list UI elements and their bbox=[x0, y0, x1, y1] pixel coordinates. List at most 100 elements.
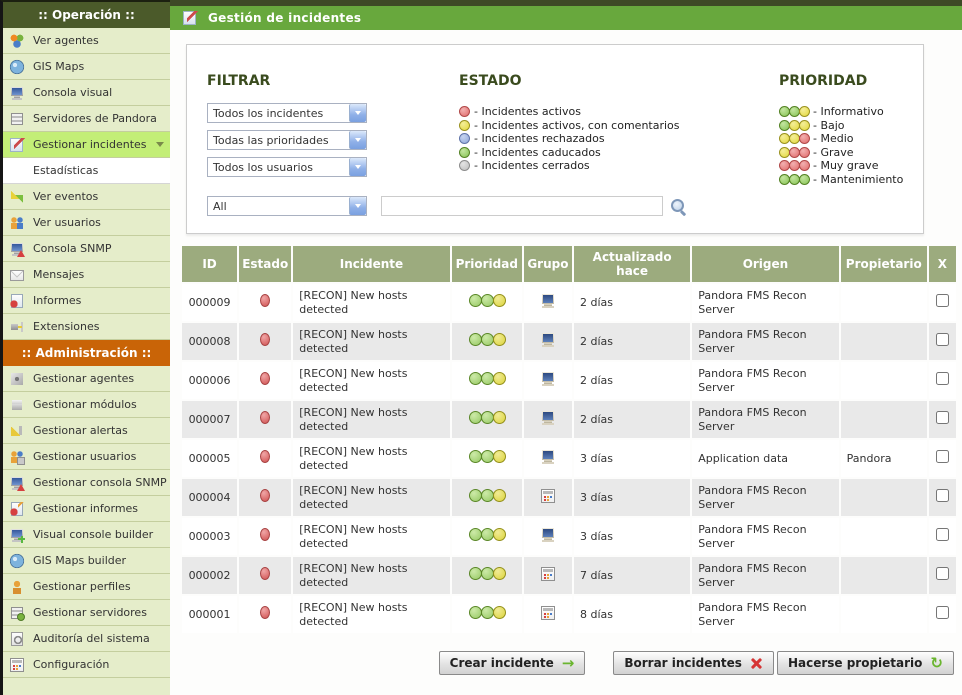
legend-label: - Incidentes caducados bbox=[474, 146, 601, 160]
select-dropdown-button[interactable] bbox=[349, 131, 366, 149]
column-header-x: X bbox=[929, 246, 956, 282]
select-dropdown-button[interactable] bbox=[349, 104, 366, 122]
button-label: Hacerse propietario bbox=[788, 656, 922, 670]
filter-select-todos-los-incidentes[interactable]: Todos los incidentes bbox=[207, 103, 367, 123]
sidebar-item-label: Gestionar alertas bbox=[33, 424, 167, 438]
column-header-estado: Estado bbox=[239, 246, 291, 282]
manage-agents-icon bbox=[9, 371, 25, 387]
priority-red-icon bbox=[799, 147, 810, 158]
incident-title[interactable]: [RECON] New hosts detected bbox=[293, 479, 449, 516]
filtrar-title: FILTRAR bbox=[207, 73, 442, 89]
incident-title[interactable]: [RECON] New hosts detected bbox=[293, 401, 449, 438]
report-icon bbox=[9, 293, 25, 309]
row-select-checkbox[interactable] bbox=[936, 294, 949, 307]
sidebar-item-gis-maps[interactable]: GIS Maps bbox=[3, 54, 170, 80]
hacerse-propietario-button[interactable]: Hacerse propietario↻ bbox=[777, 651, 954, 675]
priority-yellow-icon bbox=[493, 567, 506, 580]
sidebar-item-ver-agentes[interactable]: Ver agentes bbox=[3, 28, 170, 54]
sidebar-item-extensiones[interactable]: Extensiones bbox=[3, 314, 170, 340]
priority-green-icon bbox=[799, 174, 810, 185]
sidebar-item-servidores-de-pandora[interactable]: Servidores de Pandora bbox=[3, 106, 170, 132]
row-select-checkbox[interactable] bbox=[936, 372, 949, 385]
incident-title[interactable]: [RECON] New hosts detected bbox=[293, 518, 449, 555]
row-select-checkbox[interactable] bbox=[936, 606, 949, 619]
sidebar-item-gestionar-alertas[interactable]: Gestionar alertas bbox=[3, 418, 170, 444]
incident-id: 000001 bbox=[182, 596, 237, 633]
sidebar-item-informes[interactable]: Informes bbox=[3, 288, 170, 314]
chevron-down-icon bbox=[355, 165, 361, 169]
estado-section: ESTADO - Incidentes activos- Incidentes … bbox=[459, 73, 759, 173]
sidebar-item-consola-visual[interactable]: Consola visual bbox=[3, 80, 170, 106]
row-select-checkbox[interactable] bbox=[936, 567, 949, 580]
row-select-checkbox[interactable] bbox=[936, 411, 949, 424]
sidebar-section-operacion: :: Operación :: bbox=[3, 2, 170, 28]
priority-green-icon bbox=[481, 372, 494, 385]
legend-label: - Medio bbox=[813, 132, 854, 146]
owner bbox=[841, 284, 927, 321]
search-input[interactable] bbox=[381, 196, 663, 216]
sidebar-item-gestionar-consola-snmp[interactable]: Gestionar consola SNMP bbox=[3, 470, 170, 496]
incident-title[interactable]: [RECON] New hosts detected bbox=[293, 362, 449, 399]
legend-label: - Bajo bbox=[813, 119, 845, 133]
legend-label: - Mantenimiento bbox=[813, 173, 903, 187]
sidebar-item-gestionar-modulos[interactable]: Gestionar módulos bbox=[3, 392, 170, 418]
status-red-icon bbox=[260, 489, 270, 502]
sidebar-item-gestionar-perfiles[interactable]: Gestionar perfiles bbox=[3, 574, 170, 600]
owner bbox=[841, 401, 927, 438]
row-select-checkbox[interactable] bbox=[936, 528, 949, 541]
incident-title[interactable]: [RECON] New hosts detected bbox=[293, 323, 449, 360]
incident-title[interactable]: [RECON] New hosts detected bbox=[293, 440, 449, 477]
sidebar-item-ver-eventos[interactable]: Ver eventos bbox=[3, 184, 170, 210]
incident-title[interactable]: [RECON] New hosts detected bbox=[293, 557, 449, 594]
select-dropdown-button[interactable] bbox=[349, 197, 366, 215]
incident-table: IDEstadoIncidentePrioridadGrupoActualiza… bbox=[180, 244, 958, 635]
incident-title[interactable]: [RECON] New hosts detected bbox=[293, 596, 449, 633]
sidebar-item-gestionar-agentes[interactable]: Gestionar agentes bbox=[3, 366, 170, 392]
incident-id: 000009 bbox=[182, 284, 237, 321]
chevron-down-icon bbox=[355, 138, 361, 142]
column-header-grupo: Grupo bbox=[524, 246, 572, 282]
origin: Pandora FMS Recon Server bbox=[692, 596, 838, 633]
sidebar-item-gestionar-informes[interactable]: Gestionar informes bbox=[3, 496, 170, 522]
filter-select-todos-los-usuarios[interactable]: Todos los usuarios bbox=[207, 157, 367, 177]
priority-yellow-icon bbox=[493, 528, 506, 541]
table-row: 000009[RECON] New hosts detected2 díasPa… bbox=[182, 284, 956, 321]
users-icon bbox=[9, 215, 25, 231]
table-row: 000005[RECON] New hosts detected3 díasAp… bbox=[182, 440, 956, 477]
sidebar-item-ver-usuarios[interactable]: Ver usuarios bbox=[3, 210, 170, 236]
row-select-checkbox[interactable] bbox=[936, 489, 949, 502]
sidebar-item-gestionar-usuarios[interactable]: Gestionar usuarios bbox=[3, 444, 170, 470]
filter-select-todas-las-prioridades[interactable]: Todas las prioridades bbox=[207, 130, 367, 150]
sidebar-item-mensajes[interactable]: Mensajes bbox=[3, 262, 170, 288]
estado-legend-item: - Incidentes activos, con comentarios bbox=[459, 119, 759, 133]
sidebar-item-estadisticas[interactable]: Estadísticas bbox=[3, 158, 170, 184]
events-icon bbox=[9, 189, 25, 205]
row-select-checkbox[interactable] bbox=[936, 333, 949, 346]
sidebar-item-auditoria-del-sistema[interactable]: Auditoría del sistema bbox=[3, 626, 170, 652]
search-icon[interactable] bbox=[670, 198, 687, 215]
priority-green-icon bbox=[481, 450, 494, 463]
sidebar-item-gestionar-servidores[interactable]: Gestionar servidores bbox=[3, 600, 170, 626]
priority-green-icon bbox=[481, 606, 494, 619]
priority-yellow-icon bbox=[493, 411, 506, 424]
sidebar-item-label: Gestionar consola SNMP bbox=[33, 476, 167, 490]
sidebar-item-gestionar-incidentes[interactable]: Gestionar incidentes bbox=[3, 132, 170, 158]
sidebar-item-configuracion[interactable]: Configuración bbox=[3, 652, 170, 678]
crear-incidente-button[interactable]: Crear incidente→ bbox=[439, 651, 586, 675]
prioridad-section: PRIORIDAD - Informativo- Bajo- Medio- Gr… bbox=[779, 73, 919, 186]
filter-select-all[interactable]: All bbox=[207, 196, 367, 216]
sidebar-item-consola-snmp[interactable]: Consola SNMP bbox=[3, 236, 170, 262]
incident-title[interactable]: [RECON] New hosts detected bbox=[293, 284, 449, 321]
sidebar-item-gis-maps-builder[interactable]: GIS Maps builder bbox=[3, 548, 170, 574]
priority-green-icon bbox=[481, 333, 494, 346]
legend-label: - Grave bbox=[813, 146, 854, 160]
computer-icon bbox=[540, 449, 556, 465]
search-row: All bbox=[207, 196, 687, 216]
sidebar-item-visual-console-builder[interactable]: Visual console builder bbox=[3, 522, 170, 548]
modules-icon bbox=[9, 397, 25, 413]
borrar-incidentes-button[interactable]: Borrar incidentes bbox=[613, 651, 774, 675]
priority-yellow-icon bbox=[493, 372, 506, 385]
sidebar-item-label: Gestionar perfiles bbox=[33, 580, 167, 594]
select-dropdown-button[interactable] bbox=[349, 158, 366, 176]
row-select-checkbox[interactable] bbox=[936, 450, 949, 463]
